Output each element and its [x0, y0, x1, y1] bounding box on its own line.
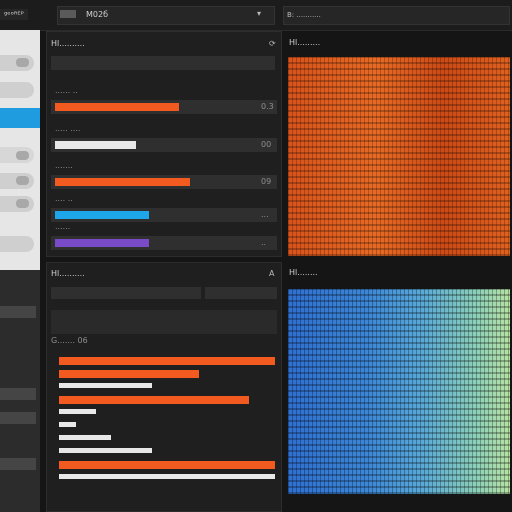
- sidebar-item-2[interactable]: [0, 82, 34, 98]
- chevron-down-icon[interactable]: ▾: [257, 9, 261, 18]
- bar-item: [59, 448, 152, 453]
- metric-bar: [55, 141, 136, 149]
- header-row: [51, 310, 277, 334]
- sidebar-item-active[interactable]: [0, 108, 40, 128]
- heatmap-bottom[interactable]: [288, 289, 510, 494]
- menu-icon[interactable]: [60, 10, 76, 18]
- bars-panel: Hl.......... A G....... 06: [46, 262, 282, 512]
- panel-title: Hl..........: [51, 39, 85, 48]
- filter-row[interactable]: [51, 56, 275, 70]
- bar-item: [59, 435, 111, 440]
- app-brand: ᵍᵉᵒᴿᴱᴾ: [0, 9, 28, 20]
- metric-value: 0.3: [261, 102, 274, 111]
- sidebar-item-5[interactable]: [0, 173, 34, 189]
- bar-item: [59, 396, 249, 404]
- sidebar-item-8[interactable]: [0, 306, 36, 318]
- metric-value: ..: [261, 238, 267, 247]
- metric-value: 09: [261, 177, 272, 186]
- bar-item: [59, 474, 275, 479]
- metric-bar: [55, 211, 149, 219]
- toggle-icon: [16, 58, 29, 67]
- metric-label: .......: [55, 161, 73, 170]
- bar-item: [59, 409, 96, 414]
- toggle-icon: [16, 151, 29, 160]
- sidebar-item-7[interactable]: [0, 236, 34, 252]
- heatmap-top[interactable]: [288, 57, 510, 256]
- heatmap-title: Hl........: [289, 268, 318, 277]
- bar-item: [59, 422, 76, 427]
- toggle-icon: [16, 176, 29, 185]
- metric-bar: [55, 103, 179, 111]
- metric-bar: [55, 178, 190, 186]
- bar-item: [59, 461, 275, 469]
- viewer-field-label: B: ...........: [287, 11, 321, 19]
- metric-label: ...... ..: [55, 86, 78, 95]
- panel-title: Hl..........: [51, 269, 85, 278]
- metric-value: ...: [261, 210, 269, 219]
- bar-item: [59, 383, 152, 388]
- toggle-icon: [16, 199, 29, 208]
- metric-value: 00: [261, 140, 272, 149]
- filter-row[interactable]: [51, 287, 201, 299]
- sidebar-item-11[interactable]: [0, 458, 36, 470]
- sidebar-item-10[interactable]: [0, 412, 36, 424]
- refresh-icon[interactable]: ⟳: [269, 39, 276, 48]
- metric-label: .... ..: [55, 194, 73, 203]
- metric-label: ......: [55, 222, 71, 231]
- sidebar-item-6[interactable]: [0, 196, 34, 212]
- bar-item: [59, 370, 199, 378]
- search-value: M02б: [86, 10, 109, 19]
- sort-icon[interactable]: A: [269, 269, 274, 278]
- dropdown-field[interactable]: [205, 287, 277, 299]
- metric-bar: [55, 239, 149, 247]
- sidebar-item-4[interactable]: [0, 147, 34, 163]
- panel-subtitle: G....... 06: [51, 336, 88, 345]
- sidebar-item-1[interactable]: [0, 55, 34, 71]
- metrics-panel: Hl.......... ⟳ ...... .. 0.3..... .... 00.…: [46, 31, 282, 257]
- metric-label: ..... ....: [55, 124, 81, 133]
- sidebar-item-9[interactable]: [0, 388, 36, 400]
- sidebar-lower: [0, 270, 40, 512]
- bar-item: [59, 357, 275, 365]
- heatmap-title: Hl.........: [289, 38, 321, 47]
